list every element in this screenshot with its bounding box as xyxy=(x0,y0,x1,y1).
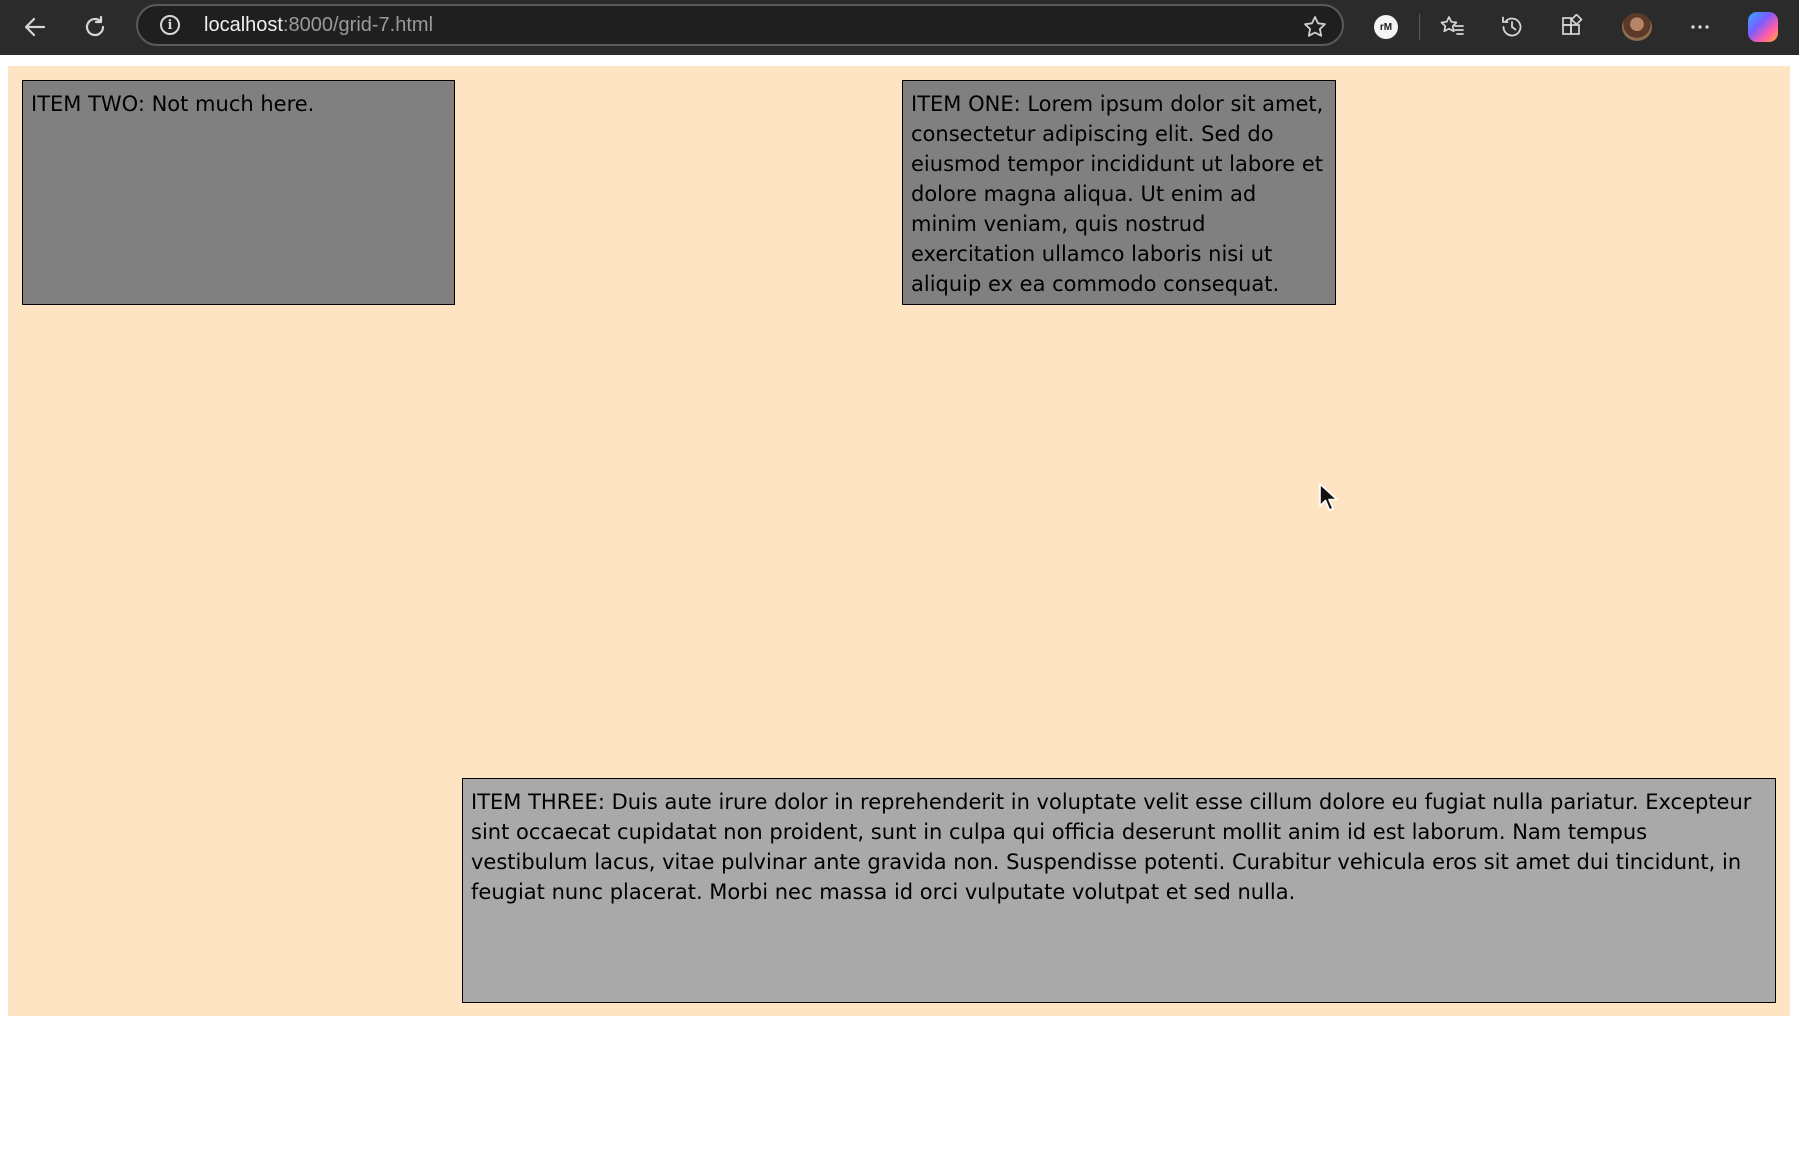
grid-container: ITEM TWO: Not much here. ITEM ONE: Lorem… xyxy=(8,66,1790,1016)
item-one: ITEM ONE: Lorem ipsum dolor sit amet, co… xyxy=(902,80,1336,305)
reload-icon[interactable] xyxy=(76,8,114,46)
extension-icon[interactable]: rM xyxy=(1366,8,1406,46)
avatar[interactable] xyxy=(1617,8,1657,46)
profile-picture xyxy=(1622,13,1652,41)
back-icon[interactable] xyxy=(16,8,54,46)
more-icon[interactable] xyxy=(1680,8,1720,46)
favorites-icon[interactable] xyxy=(1432,8,1472,46)
copilot-logo xyxy=(1748,12,1778,42)
info-icon[interactable]: i xyxy=(160,15,180,35)
item-three: ITEM THREE: Duis aute irure dolor in rep… xyxy=(462,778,1776,1003)
toolbar-divider xyxy=(1419,14,1420,40)
copilot-icon[interactable] xyxy=(1743,8,1783,46)
extensions-icon[interactable] xyxy=(1552,8,1592,46)
item-two: ITEM TWO: Not much here. xyxy=(22,80,455,305)
history-icon[interactable] xyxy=(1492,8,1532,46)
address-bar[interactable]: i localhost:8000/grid-7.html xyxy=(136,4,1344,46)
star-icon[interactable] xyxy=(1302,10,1328,47)
mouse-cursor-icon xyxy=(1319,483,1338,511)
url-text[interactable]: localhost:8000/grid-7.html xyxy=(204,14,433,37)
browser-toolbar: i localhost:8000/grid-7.html rM xyxy=(0,0,1799,55)
